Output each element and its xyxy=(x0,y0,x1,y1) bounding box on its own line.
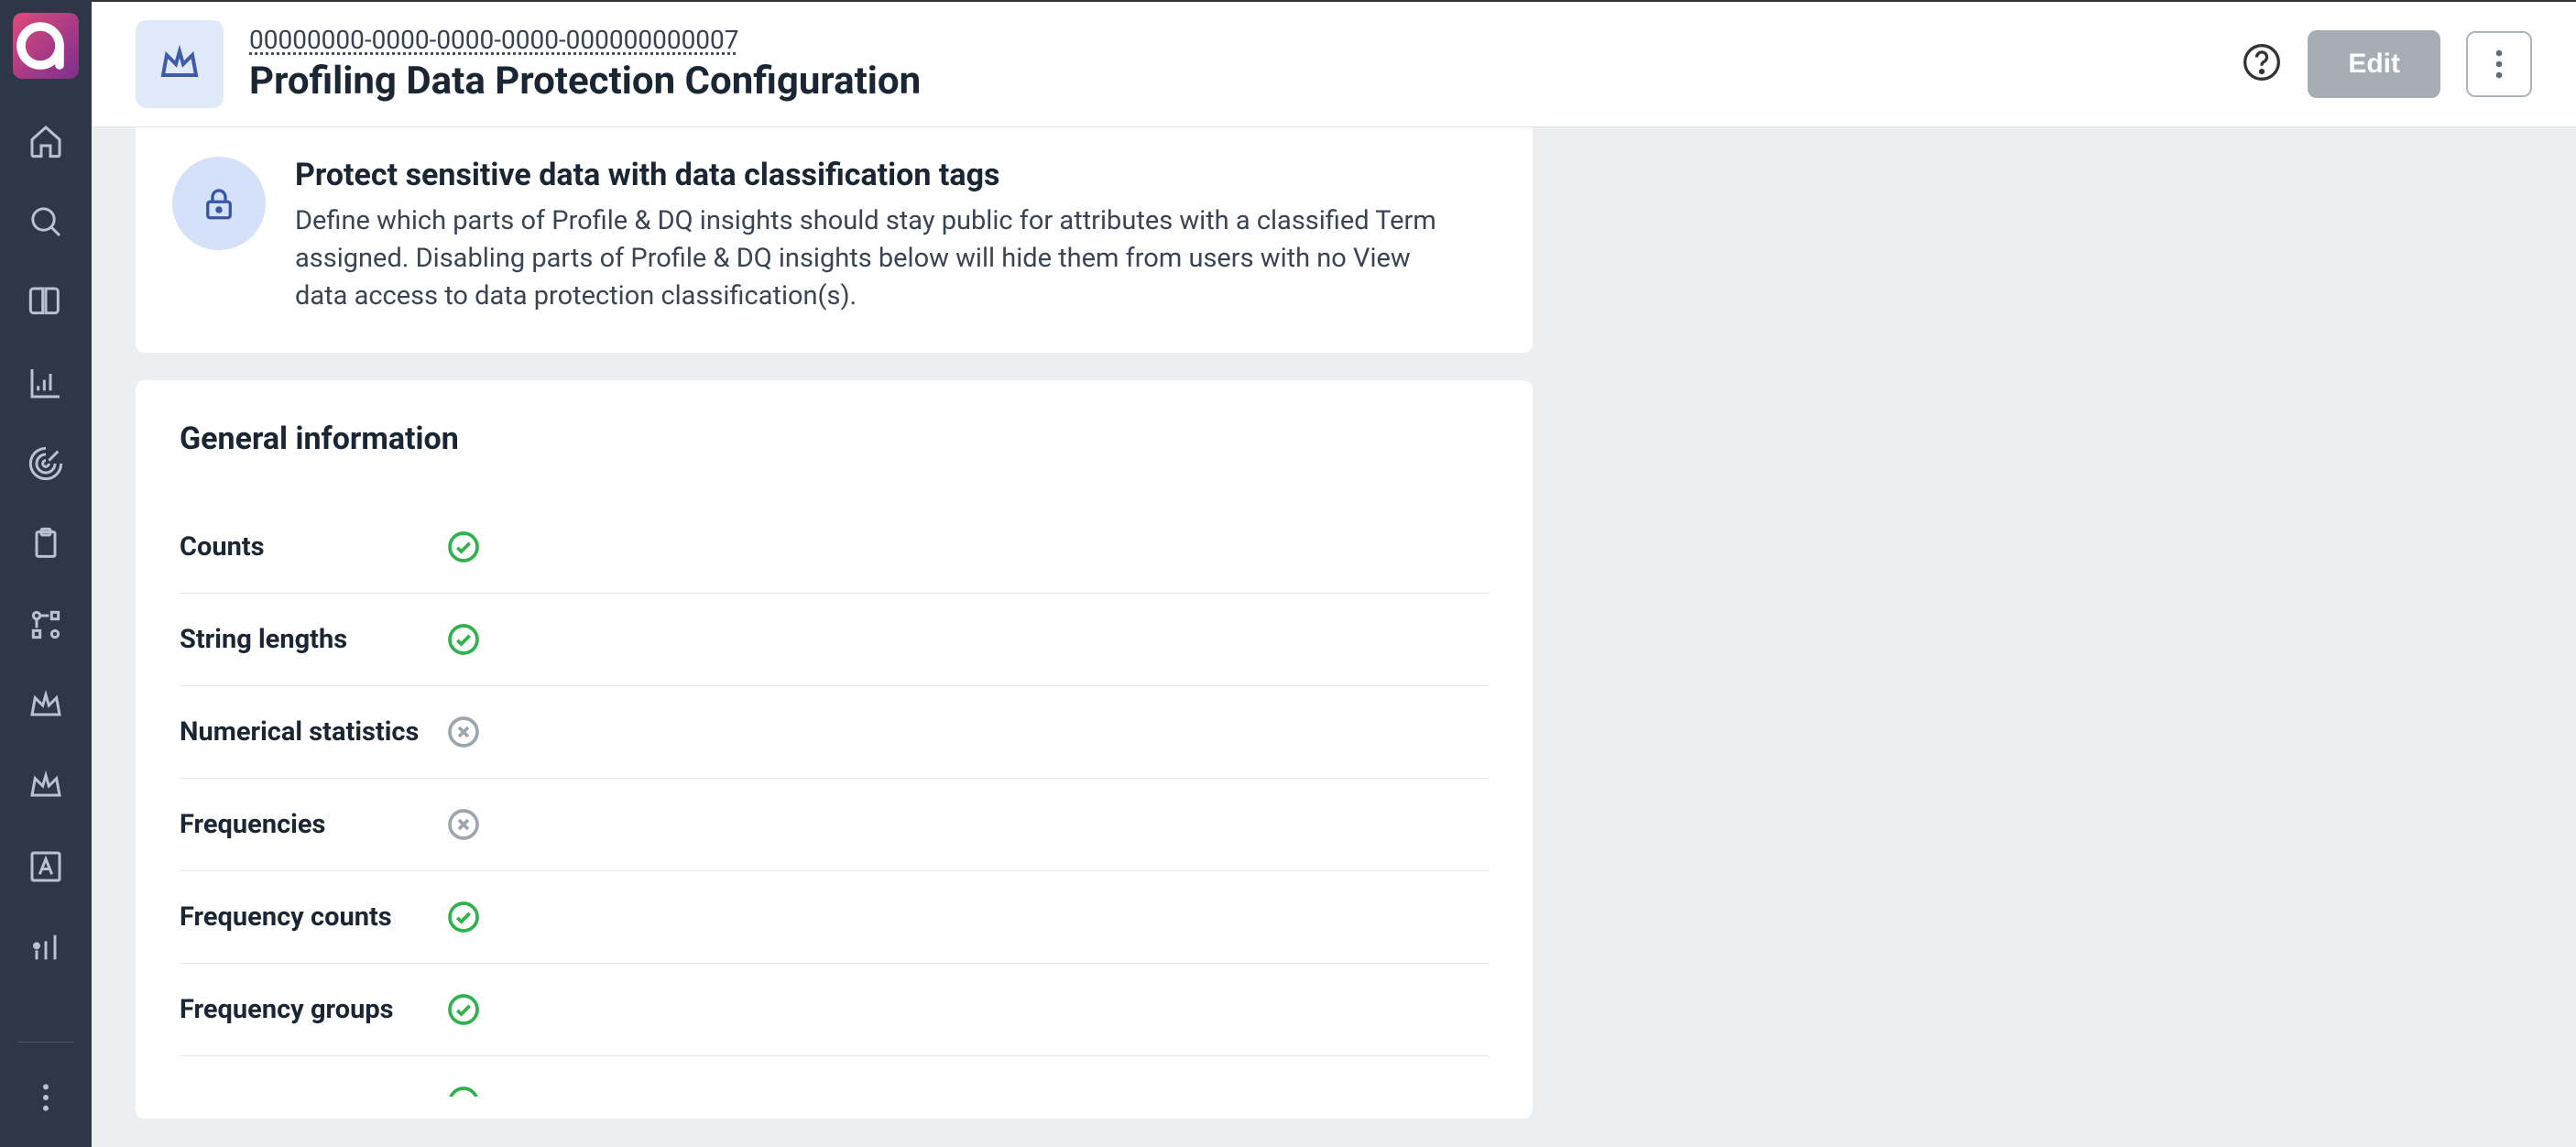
info-icon-tile xyxy=(172,157,266,250)
spacer xyxy=(136,353,2532,380)
clipboard-icon[interactable] xyxy=(24,522,68,566)
row-label: Frequency groups xyxy=(180,994,445,1025)
help-icon xyxy=(2242,42,2282,82)
crown-icon xyxy=(158,42,202,86)
crown-icon[interactable] xyxy=(24,683,68,727)
row-label: Numerical statistics xyxy=(180,716,445,748)
section-title: General information xyxy=(180,421,1489,457)
help-button[interactable] xyxy=(2242,42,2282,86)
row-label: Frequencies xyxy=(180,809,445,840)
page-icon-tile xyxy=(136,20,224,108)
row-counts: Counts xyxy=(180,501,1489,594)
row-numerical-statistics: Numerical statistics xyxy=(180,686,1489,779)
status-disabled-icon xyxy=(445,714,482,750)
status-enabled-icon xyxy=(445,899,482,935)
home-icon[interactable] xyxy=(24,119,68,163)
row-label: Counts xyxy=(180,531,445,563)
more-actions-button[interactable] xyxy=(2466,31,2532,97)
row-label: String lengths xyxy=(180,624,445,655)
sidebar-divider xyxy=(18,1042,73,1043)
font-icon[interactable] xyxy=(24,845,68,889)
row-frequencies: Frequencies xyxy=(180,779,1489,871)
topbar: 00000000-0000-0000-0000-000000000007 Pro… xyxy=(92,0,2576,127)
status-enabled-icon xyxy=(445,621,482,658)
content-scroll[interactable]: Protect sensitive data with data classif… xyxy=(92,127,2576,1147)
general-information-card: General information Counts String length… xyxy=(136,380,1533,1119)
status-enabled-icon xyxy=(445,529,482,565)
sidebar-nav xyxy=(0,101,92,1036)
status-disabled-icon xyxy=(445,806,482,843)
info-heading: Protect sensitive data with data classif… xyxy=(295,157,1440,193)
page-title: Profiling Data Protection Configuration xyxy=(249,59,2242,104)
lock-icon xyxy=(200,184,238,223)
row-string-lengths: String lengths xyxy=(180,594,1489,686)
row-label: Frequency counts xyxy=(180,901,445,933)
more-vertical-icon xyxy=(2494,48,2504,81)
levels-icon[interactable] xyxy=(24,925,68,969)
chart-icon[interactable] xyxy=(24,361,68,405)
title-block: 00000000-0000-0000-0000-000000000007 Pro… xyxy=(249,25,2242,104)
topbar-actions: Edit xyxy=(2242,30,2532,98)
breadcrumb-id[interactable]: 00000000-0000-0000-0000-000000000007 xyxy=(249,25,2242,55)
main-area: 00000000-0000-0000-0000-000000000007 Pro… xyxy=(92,0,2576,1147)
search-icon[interactable] xyxy=(24,200,68,244)
app-logo[interactable] xyxy=(13,13,79,79)
row-partial xyxy=(180,1056,1489,1097)
nodes-icon[interactable] xyxy=(24,603,68,647)
crown2-icon[interactable] xyxy=(24,764,68,808)
status-enabled-icon xyxy=(445,991,482,1028)
book-icon[interactable] xyxy=(24,280,68,324)
info-card: Protect sensitive data with data classif… xyxy=(136,127,1533,353)
info-body: Define which parts of Profile & DQ insig… xyxy=(295,202,1440,316)
row-frequency-counts: Frequency counts xyxy=(180,871,1489,964)
info-text: Protect sensitive data with data classif… xyxy=(295,157,1440,316)
status-enabled-icon xyxy=(445,1084,482,1097)
row-frequency-groups: Frequency groups xyxy=(180,964,1489,1056)
sidebar-more-icon[interactable] xyxy=(24,1076,68,1120)
app-sidebar xyxy=(0,0,92,1147)
target-icon[interactable] xyxy=(24,442,68,486)
edit-button[interactable]: Edit xyxy=(2308,30,2440,98)
